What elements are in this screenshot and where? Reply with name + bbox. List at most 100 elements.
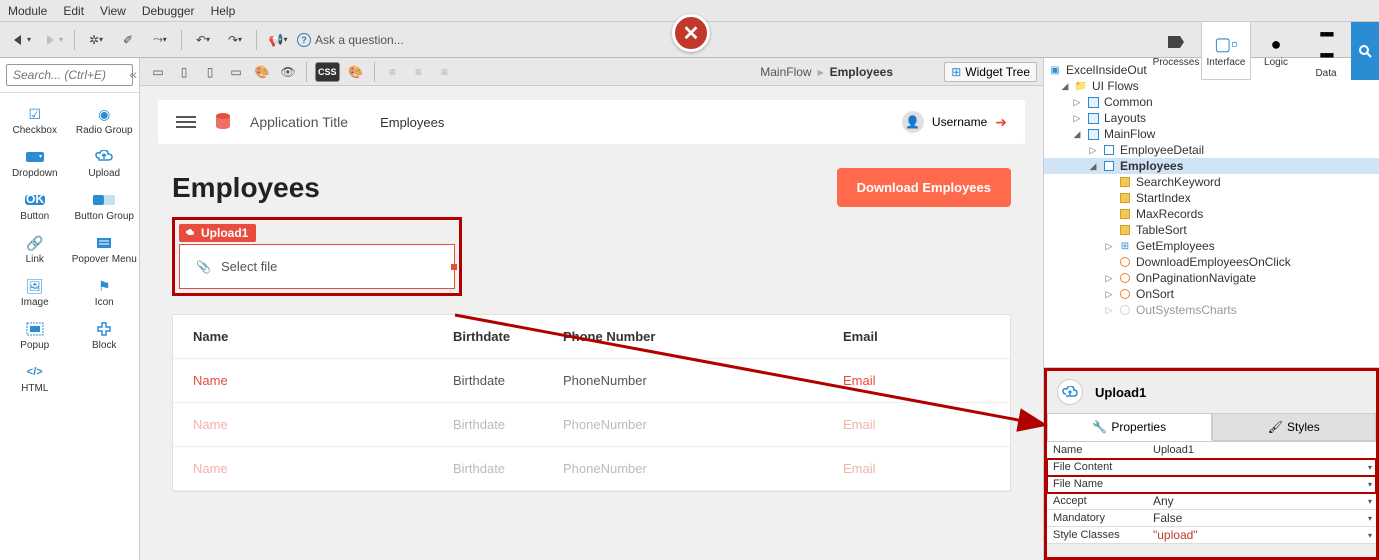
table-row[interactable]: Name Birthdate PhoneNumber Email	[173, 403, 1010, 447]
tree-var-startindex[interactable]: StartIndex	[1044, 190, 1379, 206]
processes-tab[interactable]: Processes	[1151, 22, 1201, 80]
toolbox-button-group[interactable]: Button Group	[70, 185, 140, 228]
brush-icon[interactable]: ✐	[115, 27, 141, 53]
collapse-icon[interactable]: ◢	[1072, 129, 1082, 140]
wand-icon[interactable]: ⤳▾	[147, 27, 173, 53]
toolbox-checkbox[interactable]: ☑Checkbox	[0, 99, 70, 142]
expand-icon[interactable]: ▷	[1104, 289, 1114, 300]
tree-var-tablesort[interactable]: TableSort	[1044, 222, 1379, 238]
device-tablet-icon[interactable]: ▯	[174, 62, 194, 82]
col-email-header[interactable]: Email	[843, 329, 983, 344]
dropdown-icon[interactable]: ▾	[1368, 497, 1372, 506]
menu-debugger[interactable]: Debugger	[142, 4, 195, 18]
tree-getemployees[interactable]: ▷⊞GetEmployees	[1044, 238, 1379, 254]
collapse-icon[interactable]: ◢	[1088, 161, 1098, 172]
device-landscape-icon[interactable]: ▭	[226, 62, 246, 82]
logic-tab[interactable]: ● Logic	[1251, 22, 1301, 80]
toolbox-button[interactable]: OKButton	[0, 185, 70, 228]
toolbox-popup[interactable]: Popup	[0, 314, 70, 357]
toolbox-popover-menu[interactable]: Popover Menu	[70, 228, 140, 271]
prop-row-style-classes[interactable]: Style Classes"upload"▾	[1047, 527, 1376, 544]
toolbox-dropdown[interactable]: Dropdown	[0, 142, 70, 185]
preview-icon[interactable]: 👁	[278, 62, 298, 82]
tree-ui-flows[interactable]: ◢📁UI Flows	[1044, 78, 1379, 94]
prop-row-file-name[interactable]: File Name▾	[1047, 476, 1376, 493]
tree-action-pagination[interactable]: ▷OnPaginationNavigate	[1044, 270, 1379, 286]
menu-help[interactable]: Help	[211, 4, 236, 18]
error-badge-icon[interactable]: ✕	[672, 14, 710, 52]
nav-forward-icon[interactable]: ▾	[40, 27, 66, 53]
nav-employees[interactable]: Employees	[380, 115, 444, 130]
search-button[interactable]	[1351, 22, 1379, 80]
toolbox-html[interactable]: </>HTML	[0, 357, 70, 400]
expand-icon[interactable]: ▷	[1104, 273, 1114, 284]
properties-tab[interactable]: 🔧Properties	[1047, 413, 1212, 441]
tree-mainflow[interactable]: ◢MainFlow	[1044, 126, 1379, 142]
menu-edit[interactable]: Edit	[63, 4, 84, 18]
widget-tree-button[interactable]: ⊞ Widget Tree	[944, 62, 1037, 82]
prop-row-mandatory[interactable]: MandatoryFalse▾	[1047, 510, 1376, 527]
resize-handle[interactable]	[451, 264, 457, 270]
menu-view[interactable]: View	[100, 4, 126, 18]
tree-outsystems-charts[interactable]: ▷OutSystemsCharts	[1044, 302, 1379, 318]
table-row[interactable]: Name Birthdate PhoneNumber Email	[173, 447, 1010, 491]
col-name-header[interactable]: Name	[193, 329, 453, 344]
styles-icon[interactable]: 🎨	[252, 62, 272, 82]
undo-icon[interactable]: ↶▾	[190, 27, 216, 53]
download-employees-button[interactable]: Download Employees	[837, 168, 1011, 207]
toolbox-image[interactable]: 🖼Image	[0, 271, 70, 314]
align-right-icon[interactable]: ≡	[435, 62, 455, 82]
ask-question-button[interactable]: ? Ask a question...	[297, 33, 404, 47]
toolbox-link[interactable]: 🔗Link	[0, 228, 70, 271]
tree-action-download[interactable]: DownloadEmployeesOnClick	[1044, 254, 1379, 270]
styles-tab[interactable]: 🖌Styles	[1212, 413, 1377, 441]
collapse-panel-icon[interactable]: «	[129, 66, 137, 82]
tree-action-onsort[interactable]: ▷OnSort	[1044, 286, 1379, 302]
col-phone-header[interactable]: Phone Number	[563, 329, 843, 344]
device-phone-icon[interactable]: ▯	[200, 62, 220, 82]
expand-icon[interactable]: ▷	[1088, 145, 1098, 156]
dropdown-icon[interactable]: ▾	[1368, 480, 1372, 489]
align-left-icon[interactable]: ≡	[383, 62, 403, 82]
hamburger-icon[interactable]	[176, 116, 196, 128]
prop-row-accept[interactable]: AcceptAny▾	[1047, 493, 1376, 510]
toolbox-icon[interactable]: ⚑Icon	[70, 271, 140, 314]
expand-icon[interactable]: ▷	[1072, 113, 1082, 124]
toolbox-radio-group[interactable]: ◉Radio Group	[70, 99, 140, 142]
toolbox-search-input[interactable]	[6, 64, 133, 86]
col-birthdate-header[interactable]: Birthdate	[453, 329, 563, 344]
align-center-icon[interactable]: ≡	[409, 62, 429, 82]
table-row[interactable]: Name Birthdate PhoneNumber Email	[173, 359, 1010, 403]
redo-icon[interactable]: ↷▾	[222, 27, 248, 53]
tree-employees[interactable]: ◢Employees	[1044, 158, 1379, 174]
menu-module[interactable]: Module	[8, 4, 47, 18]
gear-icon[interactable]: ✲▾	[83, 27, 109, 53]
css-badge[interactable]: CSS	[315, 62, 340, 82]
expand-icon[interactable]: ▷	[1104, 241, 1114, 252]
tree-var-searchkeyword[interactable]: SearchKeyword	[1044, 174, 1379, 190]
device-desktop-icon[interactable]: ▭	[148, 62, 168, 82]
upload-dropzone[interactable]: 📎 Select file	[179, 244, 455, 289]
expand-icon[interactable]: ▷	[1072, 97, 1082, 108]
logout-icon[interactable]: ➜	[995, 114, 1007, 131]
tree-employeedetail[interactable]: ▷EmployeeDetail	[1044, 142, 1379, 158]
dropdown-icon[interactable]: ▾	[1368, 531, 1372, 540]
nav-back-icon[interactable]: ▾	[8, 27, 34, 53]
tree-var-maxrecords[interactable]: MaxRecords	[1044, 206, 1379, 222]
data-tab[interactable]: ▪▪▪▪▪▪ Data	[1301, 22, 1351, 80]
prop-row-file-content[interactable]: File Content▾	[1047, 459, 1376, 476]
toolbox-block[interactable]: Block	[70, 314, 140, 357]
dropdown-icon[interactable]: ▾	[1368, 463, 1372, 472]
prop-row-name[interactable]: NameUpload1	[1047, 442, 1376, 459]
expand-icon[interactable]: ▷	[1104, 305, 1114, 316]
toolbox-upload[interactable]: Upload	[70, 142, 140, 185]
collapse-icon[interactable]: ◢	[1060, 81, 1070, 92]
tree-layouts[interactable]: ▷Layouts	[1044, 110, 1379, 126]
megaphone-icon[interactable]: 📢▾	[265, 27, 291, 53]
tree-common[interactable]: ▷Common	[1044, 94, 1379, 110]
breadcrumb-parent[interactable]: MainFlow	[760, 65, 811, 79]
theme-icon[interactable]: 🎨	[346, 62, 366, 82]
interface-tab[interactable]: ▢▫ Interface	[1201, 22, 1251, 80]
upload-widget-selection[interactable]: Upload1 📎 Select file	[172, 217, 462, 296]
dropdown-icon[interactable]: ▾	[1368, 514, 1372, 523]
